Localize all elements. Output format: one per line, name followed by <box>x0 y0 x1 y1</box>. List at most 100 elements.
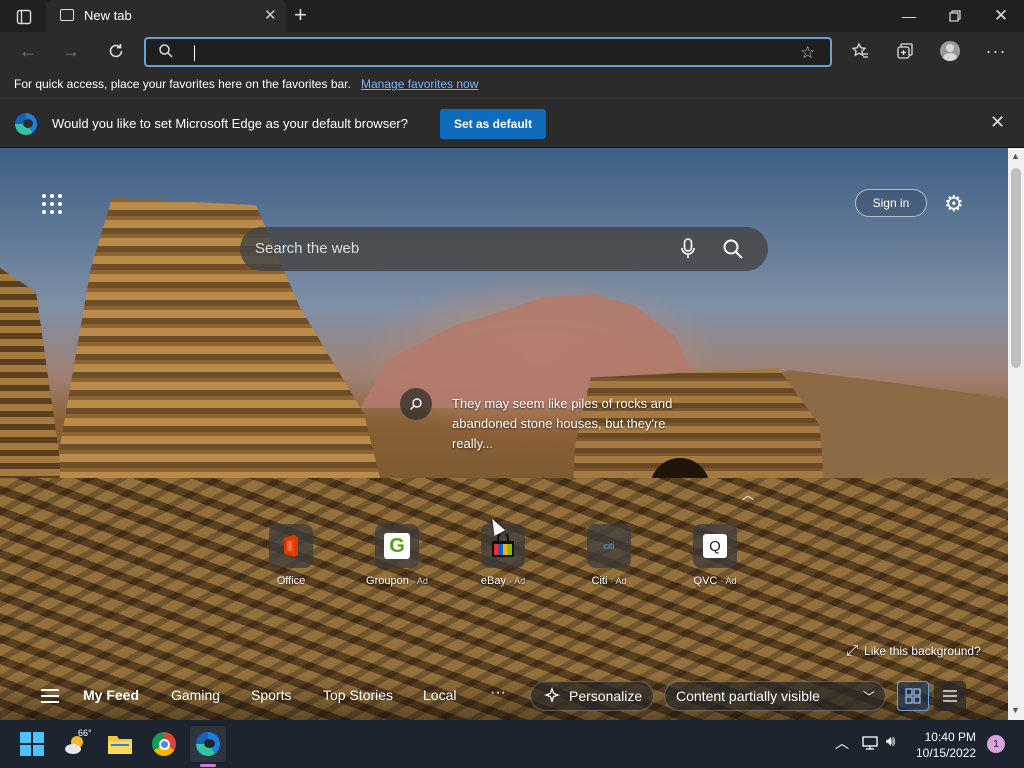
feed-tab-gaming[interactable]: Gaming <box>171 687 220 703</box>
like-background-button[interactable]: ⤢ Like this background? <box>846 642 981 659</box>
favorites-button[interactable] <box>844 37 876 65</box>
qvc-icon: Q <box>693 524 737 568</box>
page-scrollbar[interactable]: ▲ ▼ <box>1008 148 1024 720</box>
feed-tab-top-stories[interactable]: Top Stories <box>323 687 393 703</box>
back-arrow-icon: ← <box>19 40 37 61</box>
image-info-button[interactable] <box>400 388 432 420</box>
scroll-down-arrow-icon[interactable]: ▼ <box>1011 705 1020 715</box>
ad-label: · Ad <box>509 576 526 586</box>
settings-and-more-button[interactable]: ··· <box>980 37 1012 65</box>
quick-link-citi[interactable]: citi Citi · Ad <box>564 524 654 594</box>
grid-view-button[interactable] <box>897 681 929 711</box>
like-background-label: Like this background? <box>864 644 981 658</box>
groupon-icon: G <box>375 524 419 568</box>
tab-strip: New tab ✕ + — ✕ <box>0 0 1024 32</box>
tab-close-icon[interactable]: ✕ <box>264 6 277 24</box>
tray-overflow-chevron-icon[interactable]: ︿ <box>835 733 849 753</box>
clock-date: 10/15/2022 <box>916 746 977 760</box>
taskbar: 66° ︿ 🔊︎ 10:40 PM 10/15/2022 1 <box>0 720 1024 768</box>
new-tab-page: Sign in ⚙ Search the web They may seem l… <box>0 148 1008 720</box>
back-button[interactable]: ← <box>13 37 43 65</box>
system-clock[interactable]: 10:40 PM 10/15/2022 <box>916 729 976 761</box>
restore-button[interactable] <box>932 0 978 32</box>
personalize-sparkle-icon <box>544 687 560 703</box>
banner-close-icon[interactable]: ✕ <box>990 112 1005 133</box>
search-submit-icon[interactable] <box>722 238 744 260</box>
ad-label: · Ad <box>610 576 627 586</box>
content-visibility-value: Content partially visible <box>676 688 820 704</box>
restore-icon <box>949 10 961 22</box>
edge-taskbar-button[interactable] <box>190 726 226 762</box>
quick-link-label: QVC <box>693 575 718 587</box>
refresh-button[interactable] <box>101 37 131 65</box>
network-icon[interactable] <box>861 735 879 751</box>
favorites-bar-message: For quick access, place your favorites h… <box>14 77 351 91</box>
address-bar[interactable]: ☆ <box>144 37 832 67</box>
image-caption[interactable]: They may seem like piles of rocks and ab… <box>452 394 702 454</box>
chrome-button[interactable] <box>146 726 182 762</box>
sign-in-button[interactable]: Sign in <box>855 189 927 217</box>
tab-new-tab[interactable]: New tab ✕ <box>46 0 286 32</box>
content-visibility-dropdown[interactable]: Content partially visible ﹀ <box>664 681 886 711</box>
apps-launcher-icon[interactable] <box>42 194 62 214</box>
search-icon <box>159 44 173 58</box>
search-input[interactable]: Search the web <box>255 240 359 257</box>
feed-more-button[interactable]: ··· <box>490 684 506 702</box>
personalize-button[interactable]: Personalize <box>530 681 654 711</box>
list-view-button[interactable] <box>934 681 966 711</box>
manage-favorites-link[interactable]: Manage favorites now <box>361 77 478 91</box>
quick-link-office[interactable]: Office <box>246 524 336 594</box>
citi-icon: citi <box>587 524 631 568</box>
text-caret <box>194 45 195 61</box>
new-tab-plus-icon[interactable]: + <box>294 2 307 28</box>
collections-button[interactable] <box>889 37 921 65</box>
feed-tab-my-feed[interactable]: My Feed <box>83 687 139 703</box>
quick-link-ebay[interactable]: eBay · Ad <box>458 524 548 594</box>
office-icon <box>269 524 313 568</box>
expand-icon: ⤢ <box>846 642 859 659</box>
quick-link-label: Citi <box>591 575 608 587</box>
close-icon: ✕ <box>993 6 1009 25</box>
profile-avatar[interactable] <box>940 41 960 61</box>
tab-actions-icon <box>16 9 32 25</box>
toolbar: ← → ☆ ··· <box>0 32 1024 70</box>
quick-link-qvc[interactable]: Q QVC · Ad <box>670 524 760 594</box>
forward-button[interactable]: → <box>56 37 86 65</box>
minimize-icon: — <box>902 8 916 24</box>
weather-temperature: 66° <box>78 728 92 738</box>
add-favorite-star-icon[interactable]: ☆ <box>800 43 815 63</box>
more-dots-icon: ··· <box>985 40 1007 61</box>
close-window-button[interactable]: ✕ <box>978 0 1024 32</box>
chevron-up-icon[interactable]: ︿ <box>742 486 754 503</box>
notification-badge[interactable]: 1 <box>987 735 1005 753</box>
ad-label: · Ad <box>411 576 428 586</box>
default-browser-banner: Would you like to set Microsoft Edge as … <box>0 98 1024 148</box>
file-explorer-button[interactable] <box>102 726 138 762</box>
list-view-icon <box>943 690 957 702</box>
banner-message: Would you like to set Microsoft Edge as … <box>52 116 408 131</box>
chrome-icon <box>152 732 176 756</box>
tab-title: New tab <box>84 8 132 23</box>
web-search-box[interactable]: Search the web <box>240 227 768 271</box>
quick-link-label: eBay <box>480 575 506 587</box>
feed-tab-sports[interactable]: Sports <box>251 687 291 703</box>
minimize-button[interactable]: — <box>886 0 932 32</box>
quick-link-groupon[interactable]: G Groupon · Ad <box>352 524 442 594</box>
volume-icon[interactable]: 🔊︎ <box>886 733 895 750</box>
folder-icon <box>108 736 132 754</box>
microphone-icon[interactable] <box>680 238 696 260</box>
hamburger-menu-icon[interactable] <box>41 689 59 703</box>
scrollbar-thumb[interactable] <box>1011 168 1021 368</box>
feed-tab-local[interactable]: Local <box>423 687 456 703</box>
start-button[interactable] <box>14 726 50 762</box>
collections-icon <box>897 43 913 59</box>
image-search-icon <box>410 398 422 410</box>
windows-logo-icon <box>20 732 44 756</box>
ad-label: · Ad <box>720 576 737 586</box>
set-as-default-button[interactable]: Set as default <box>440 109 546 139</box>
page-settings-gear-icon[interactable]: ⚙ <box>944 191 964 217</box>
favorites-star-list-icon <box>851 42 868 58</box>
scroll-up-arrow-icon[interactable]: ▲ <box>1011 151 1020 161</box>
tab-actions-button[interactable] <box>8 6 40 28</box>
edge-logo-icon <box>15 113 37 135</box>
